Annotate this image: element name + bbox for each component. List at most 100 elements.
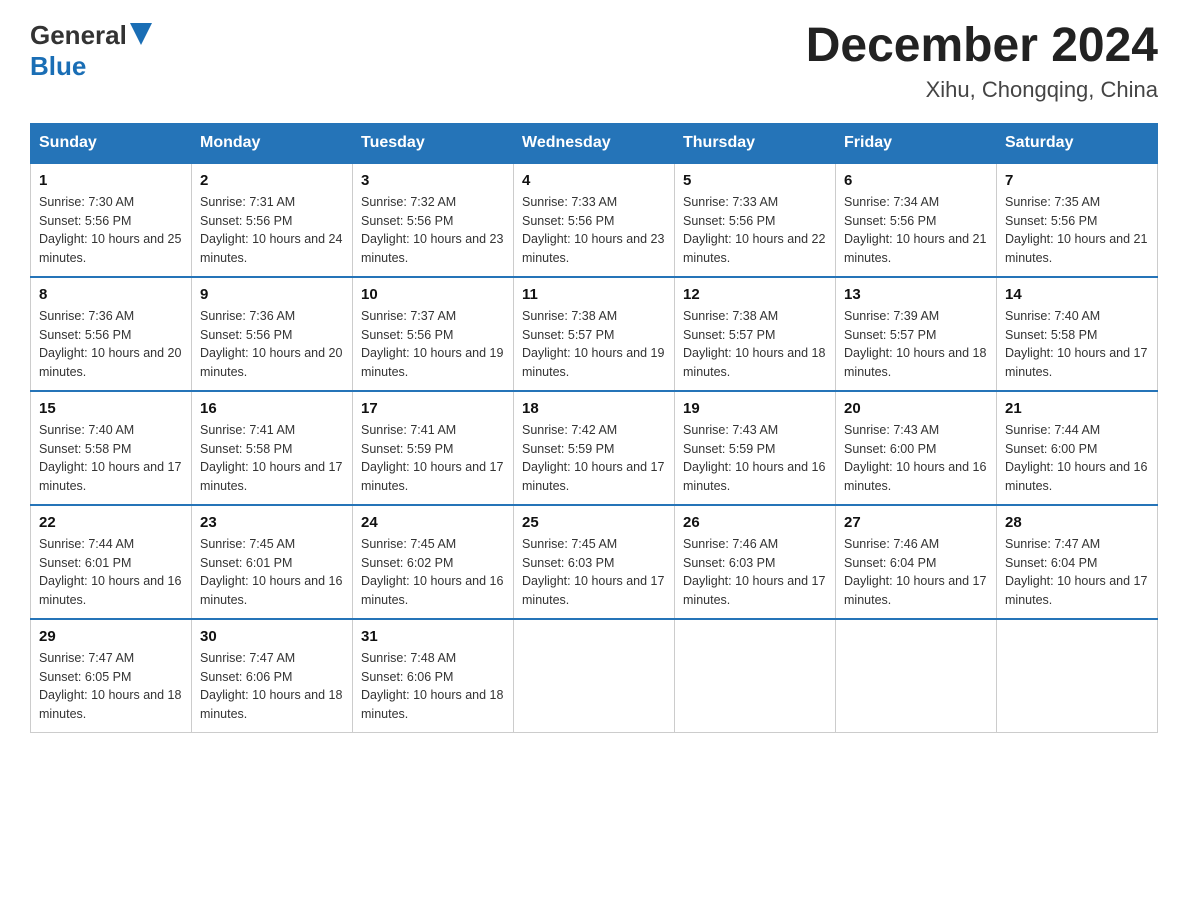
logo-general-text: General bbox=[30, 20, 127, 51]
calendar-cell: 3 Sunrise: 7:32 AMSunset: 5:56 PMDayligh… bbox=[353, 163, 514, 277]
day-info: Sunrise: 7:48 AMSunset: 6:06 PMDaylight:… bbox=[361, 649, 505, 724]
day-number: 25 bbox=[522, 514, 666, 531]
logo-blue-text: Blue bbox=[30, 51, 86, 82]
day-number: 7 bbox=[1005, 172, 1149, 189]
day-number: 29 bbox=[39, 628, 183, 645]
calendar-cell bbox=[997, 619, 1158, 733]
day-number: 1 bbox=[39, 172, 183, 189]
weekday-header-saturday: Saturday bbox=[997, 123, 1158, 163]
day-info: Sunrise: 7:33 AMSunset: 5:56 PMDaylight:… bbox=[683, 193, 827, 268]
calendar-cell: 29 Sunrise: 7:47 AMSunset: 6:05 PMDaylig… bbox=[31, 619, 192, 733]
calendar-cell: 19 Sunrise: 7:43 AMSunset: 5:59 PMDaylig… bbox=[675, 391, 836, 505]
day-number: 30 bbox=[200, 628, 344, 645]
day-info: Sunrise: 7:38 AMSunset: 5:57 PMDaylight:… bbox=[683, 307, 827, 382]
calendar-cell: 11 Sunrise: 7:38 AMSunset: 5:57 PMDaylig… bbox=[514, 277, 675, 391]
day-info: Sunrise: 7:39 AMSunset: 5:57 PMDaylight:… bbox=[844, 307, 988, 382]
weekday-header-friday: Friday bbox=[836, 123, 997, 163]
calendar-cell: 30 Sunrise: 7:47 AMSunset: 6:06 PMDaylig… bbox=[192, 619, 353, 733]
day-info: Sunrise: 7:41 AMSunset: 5:59 PMDaylight:… bbox=[361, 421, 505, 496]
day-info: Sunrise: 7:45 AMSunset: 6:02 PMDaylight:… bbox=[361, 535, 505, 610]
calendar-cell: 20 Sunrise: 7:43 AMSunset: 6:00 PMDaylig… bbox=[836, 391, 997, 505]
day-number: 26 bbox=[683, 514, 827, 531]
day-number: 8 bbox=[39, 286, 183, 303]
calendar-cell: 14 Sunrise: 7:40 AMSunset: 5:58 PMDaylig… bbox=[997, 277, 1158, 391]
calendar-cell: 13 Sunrise: 7:39 AMSunset: 5:57 PMDaylig… bbox=[836, 277, 997, 391]
day-info: Sunrise: 7:30 AMSunset: 5:56 PMDaylight:… bbox=[39, 193, 183, 268]
calendar-cell: 27 Sunrise: 7:46 AMSunset: 6:04 PMDaylig… bbox=[836, 505, 997, 619]
day-info: Sunrise: 7:44 AMSunset: 6:00 PMDaylight:… bbox=[1005, 421, 1149, 496]
day-info: Sunrise: 7:46 AMSunset: 6:04 PMDaylight:… bbox=[844, 535, 988, 610]
day-number: 2 bbox=[200, 172, 344, 189]
day-info: Sunrise: 7:44 AMSunset: 6:01 PMDaylight:… bbox=[39, 535, 183, 610]
day-info: Sunrise: 7:47 AMSunset: 6:05 PMDaylight:… bbox=[39, 649, 183, 724]
calendar-cell: 23 Sunrise: 7:45 AMSunset: 6:01 PMDaylig… bbox=[192, 505, 353, 619]
day-number: 27 bbox=[844, 514, 988, 531]
day-info: Sunrise: 7:35 AMSunset: 5:56 PMDaylight:… bbox=[1005, 193, 1149, 268]
day-number: 16 bbox=[200, 400, 344, 417]
day-number: 10 bbox=[361, 286, 505, 303]
week-row-2: 8 Sunrise: 7:36 AMSunset: 5:56 PMDayligh… bbox=[31, 277, 1158, 391]
day-info: Sunrise: 7:47 AMSunset: 6:06 PMDaylight:… bbox=[200, 649, 344, 724]
calendar-cell: 6 Sunrise: 7:34 AMSunset: 5:56 PMDayligh… bbox=[836, 163, 997, 277]
week-row-3: 15 Sunrise: 7:40 AMSunset: 5:58 PMDaylig… bbox=[31, 391, 1158, 505]
month-title: December 2024 bbox=[806, 20, 1158, 73]
calendar-cell: 31 Sunrise: 7:48 AMSunset: 6:06 PMDaylig… bbox=[353, 619, 514, 733]
day-number: 23 bbox=[200, 514, 344, 531]
day-number: 11 bbox=[522, 286, 666, 303]
day-number: 24 bbox=[361, 514, 505, 531]
location-title: Xihu, Chongqing, China bbox=[806, 77, 1158, 103]
day-info: Sunrise: 7:47 AMSunset: 6:04 PMDaylight:… bbox=[1005, 535, 1149, 610]
calendar-cell bbox=[836, 619, 997, 733]
calendar-cell: 18 Sunrise: 7:42 AMSunset: 5:59 PMDaylig… bbox=[514, 391, 675, 505]
calendar-cell: 24 Sunrise: 7:45 AMSunset: 6:02 PMDaylig… bbox=[353, 505, 514, 619]
day-info: Sunrise: 7:36 AMSunset: 5:56 PMDaylight:… bbox=[39, 307, 183, 382]
day-info: Sunrise: 7:36 AMSunset: 5:56 PMDaylight:… bbox=[200, 307, 344, 382]
day-number: 19 bbox=[683, 400, 827, 417]
calendar-cell: 2 Sunrise: 7:31 AMSunset: 5:56 PMDayligh… bbox=[192, 163, 353, 277]
calendar-cell: 5 Sunrise: 7:33 AMSunset: 5:56 PMDayligh… bbox=[675, 163, 836, 277]
day-info: Sunrise: 7:31 AMSunset: 5:56 PMDaylight:… bbox=[200, 193, 344, 268]
day-number: 21 bbox=[1005, 400, 1149, 417]
day-number: 17 bbox=[361, 400, 505, 417]
day-number: 13 bbox=[844, 286, 988, 303]
calendar-cell: 7 Sunrise: 7:35 AMSunset: 5:56 PMDayligh… bbox=[997, 163, 1158, 277]
calendar-cell: 1 Sunrise: 7:30 AMSunset: 5:56 PMDayligh… bbox=[31, 163, 192, 277]
calendar-cell: 28 Sunrise: 7:47 AMSunset: 6:04 PMDaylig… bbox=[997, 505, 1158, 619]
weekday-header-tuesday: Tuesday bbox=[353, 123, 514, 163]
day-info: Sunrise: 7:37 AMSunset: 5:56 PMDaylight:… bbox=[361, 307, 505, 382]
calendar-cell: 16 Sunrise: 7:41 AMSunset: 5:58 PMDaylig… bbox=[192, 391, 353, 505]
day-info: Sunrise: 7:38 AMSunset: 5:57 PMDaylight:… bbox=[522, 307, 666, 382]
calendar-table: SundayMondayTuesdayWednesdayThursdayFrid… bbox=[30, 123, 1158, 733]
calendar-cell: 26 Sunrise: 7:46 AMSunset: 6:03 PMDaylig… bbox=[675, 505, 836, 619]
week-row-1: 1 Sunrise: 7:30 AMSunset: 5:56 PMDayligh… bbox=[31, 163, 1158, 277]
day-info: Sunrise: 7:32 AMSunset: 5:56 PMDaylight:… bbox=[361, 193, 505, 268]
day-number: 22 bbox=[39, 514, 183, 531]
calendar-cell bbox=[514, 619, 675, 733]
logo: General Blue bbox=[30, 20, 152, 82]
title-block: December 2024 Xihu, Chongqing, China bbox=[806, 20, 1158, 103]
calendar-cell: 15 Sunrise: 7:40 AMSunset: 5:58 PMDaylig… bbox=[31, 391, 192, 505]
calendar-cell: 8 Sunrise: 7:36 AMSunset: 5:56 PMDayligh… bbox=[31, 277, 192, 391]
day-number: 12 bbox=[683, 286, 827, 303]
day-number: 15 bbox=[39, 400, 183, 417]
day-number: 20 bbox=[844, 400, 988, 417]
day-info: Sunrise: 7:43 AMSunset: 5:59 PMDaylight:… bbox=[683, 421, 827, 496]
calendar-cell: 22 Sunrise: 7:44 AMSunset: 6:01 PMDaylig… bbox=[31, 505, 192, 619]
calendar-cell: 12 Sunrise: 7:38 AMSunset: 5:57 PMDaylig… bbox=[675, 277, 836, 391]
weekday-header-sunday: Sunday bbox=[31, 123, 192, 163]
calendar-cell: 21 Sunrise: 7:44 AMSunset: 6:00 PMDaylig… bbox=[997, 391, 1158, 505]
day-number: 4 bbox=[522, 172, 666, 189]
day-info: Sunrise: 7:42 AMSunset: 5:59 PMDaylight:… bbox=[522, 421, 666, 496]
day-info: Sunrise: 7:34 AMSunset: 5:56 PMDaylight:… bbox=[844, 193, 988, 268]
day-number: 28 bbox=[1005, 514, 1149, 531]
day-number: 6 bbox=[844, 172, 988, 189]
week-row-4: 22 Sunrise: 7:44 AMSunset: 6:01 PMDaylig… bbox=[31, 505, 1158, 619]
day-info: Sunrise: 7:40 AMSunset: 5:58 PMDaylight:… bbox=[39, 421, 183, 496]
day-number: 3 bbox=[361, 172, 505, 189]
calendar-cell: 4 Sunrise: 7:33 AMSunset: 5:56 PMDayligh… bbox=[514, 163, 675, 277]
day-number: 9 bbox=[200, 286, 344, 303]
day-info: Sunrise: 7:40 AMSunset: 5:58 PMDaylight:… bbox=[1005, 307, 1149, 382]
day-info: Sunrise: 7:45 AMSunset: 6:03 PMDaylight:… bbox=[522, 535, 666, 610]
calendar-cell bbox=[675, 619, 836, 733]
weekday-header-monday: Monday bbox=[192, 123, 353, 163]
